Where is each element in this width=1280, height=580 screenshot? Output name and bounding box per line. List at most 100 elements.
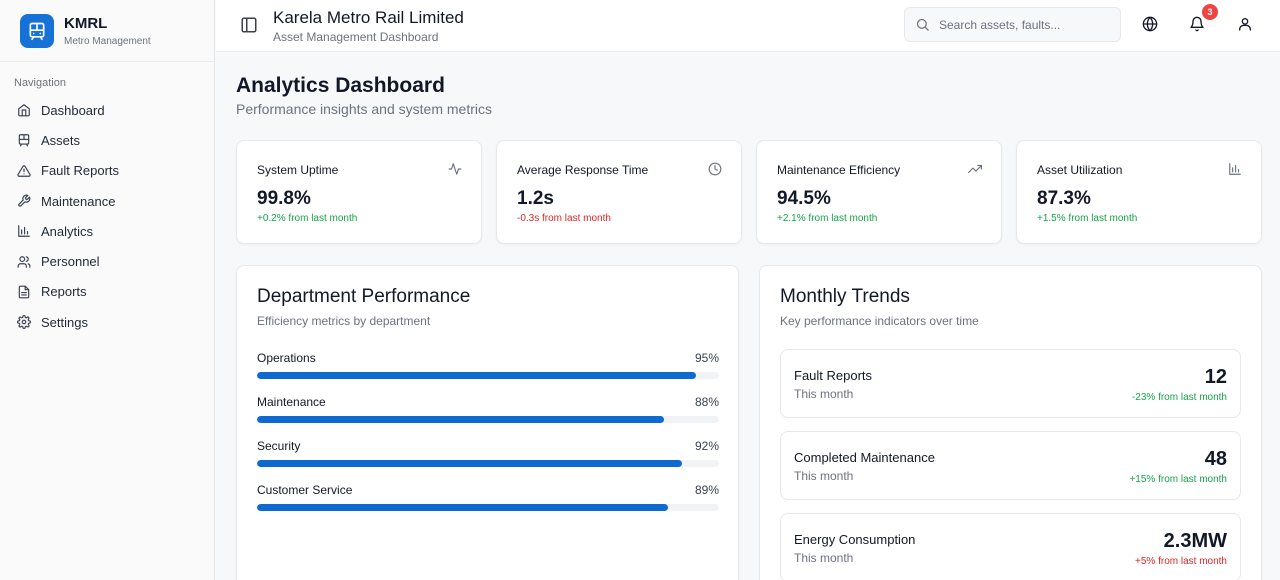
trend-label: Completed Maintenance <box>794 450 935 465</box>
kpi-change: +2.1% from last month <box>777 213 878 224</box>
department-row: Operations 95% <box>257 351 719 391</box>
nav-list: Dashboard Assets Fault Reports Maintenan… <box>0 95 214 337</box>
trend-label: Energy Consumption <box>794 532 916 547</box>
sidebar-item-assets[interactable]: Assets <box>0 125 214 155</box>
brand: KMRL Metro Management <box>0 0 214 62</box>
progress-track <box>257 460 719 467</box>
brand-subtitle: Metro Management <box>64 35 151 47</box>
progress-track <box>257 416 719 423</box>
kpi-change: +0.2% from last month <box>257 213 358 224</box>
home-icon <box>17 103 31 117</box>
sidebar-item-label: Settings <box>41 314 88 330</box>
trend-value: 2.3MW <box>1163 530 1227 552</box>
trend-change: -23% from last month <box>1131 392 1227 403</box>
sidebar-item-dashboard[interactable]: Dashboard <box>0 95 214 125</box>
kpi-value: 94.5% <box>777 188 831 209</box>
kpi-value: 87.3% <box>1037 188 1091 209</box>
kpi-label: System Uptime <box>257 163 339 177</box>
department-percent: 92% <box>694 439 719 453</box>
activity-icon <box>448 162 462 176</box>
header-title: Karela Metro Rail Limited <box>273 8 464 27</box>
sidebar-item-label: Reports <box>41 284 87 300</box>
trend-change: +15% from last month <box>1129 474 1227 485</box>
department-percent: 88% <box>694 395 719 409</box>
search-input[interactable] <box>939 17 1109 32</box>
trend-value: 48 <box>1204 448 1227 470</box>
user-icon[interactable] <box>1237 16 1253 32</box>
search-icon <box>916 18 929 31</box>
progress-fill <box>257 372 696 379</box>
users-icon <box>17 255 31 269</box>
nav-heading: Navigation <box>14 77 66 89</box>
kpi-card-asset-utilization: Asset Utilization 87.3% +1.5% from last … <box>1016 140 1262 244</box>
sidebar-item-label: Assets <box>41 132 81 148</box>
sidebar-item-label: Fault Reports <box>41 163 120 179</box>
department-percent: 95% <box>694 351 719 365</box>
kpi-change: +1.5% from last month <box>1037 213 1138 224</box>
brand-name: KMRL <box>64 14 108 32</box>
trend-change: +5% from last month <box>1135 556 1227 567</box>
train-logo-icon <box>20 13 54 48</box>
top-header: Karela Metro Rail Limited Asset Manageme… <box>216 0 1280 52</box>
sidebar-item-analytics[interactable]: Analytics <box>0 216 214 246</box>
kpi-card-average-response-time: Average Response Time 1.2s -0.3s from la… <box>496 140 742 244</box>
gear-icon <box>17 315 31 330</box>
sidebar-item-reports[interactable]: Reports <box>0 277 214 307</box>
sidebar-item-label: Personnel <box>41 254 100 270</box>
page-title: Analytics Dashboard <box>236 74 445 97</box>
trend-card-completed-maintenance: Completed Maintenance This month 48 +15%… <box>780 431 1241 500</box>
panel-subtitle: Key performance indicators over time <box>780 314 979 328</box>
kpi-card-maintenance-efficiency: Maintenance Efficiency 94.5% +2.1% from … <box>756 140 1002 244</box>
sidebar-toggle-icon[interactable] <box>240 16 258 34</box>
panel-title: Department Performance <box>257 286 471 307</box>
sidebar-item-label: Dashboard <box>41 102 105 118</box>
sidebar-item-fault-reports[interactable]: Fault Reports <box>0 156 214 186</box>
department-performance-panel: Department Performance Efficiency metric… <box>236 265 739 580</box>
kpi-label: Maintenance Efficiency <box>777 163 901 177</box>
bar-chart-icon <box>17 224 31 238</box>
sidebar-item-label: Analytics <box>41 223 94 239</box>
clock-icon <box>708 162 722 176</box>
department-name: Security <box>257 439 301 453</box>
kpi-value: 99.8% <box>257 188 311 209</box>
sidebar-item-label: Maintenance <box>41 193 116 209</box>
bell-icon[interactable] <box>1189 16 1205 32</box>
kpi-value: 1.2s <box>517 188 554 209</box>
bar-chart-icon <box>1228 162 1242 176</box>
trending-up-icon <box>968 162 982 176</box>
trend-value: 12 <box>1204 366 1227 388</box>
progress-fill <box>257 460 683 467</box>
trend-label: Fault Reports <box>794 368 873 383</box>
department-percent: 89% <box>694 483 719 497</box>
department-row: Security 92% <box>257 439 719 479</box>
kpi-card-system-uptime: System Uptime 99.8% +0.2% from last mont… <box>236 140 482 244</box>
trend-period: This month <box>794 551 854 565</box>
alert-triangle-icon <box>17 164 31 178</box>
kpi-label: Asset Utilization <box>1037 163 1123 177</box>
sidebar-item-maintenance[interactable]: Maintenance <box>0 186 214 216</box>
monthly-trends-panel: Monthly Trends Key performance indicator… <box>759 265 1262 580</box>
trend-card-energy-consumption: Energy Consumption This month 2.3MW +5% … <box>780 513 1241 580</box>
progress-track <box>257 504 719 511</box>
globe-icon[interactable] <box>1142 16 1158 32</box>
trend-period: This month <box>794 387 854 401</box>
department-name: Customer Service <box>257 483 353 497</box>
page-subtitle: Performance insights and system metrics <box>236 101 492 117</box>
department-name: Operations <box>257 351 316 365</box>
search-box[interactable] <box>904 7 1121 42</box>
sidebar-item-personnel[interactable]: Personnel <box>0 246 214 276</box>
sidebar-item-settings[interactable]: Settings <box>0 307 214 337</box>
header-subtitle: Asset Management Dashboard <box>273 30 439 44</box>
department-name: Maintenance <box>257 395 326 409</box>
department-row: Customer Service 89% <box>257 483 719 523</box>
wrench-icon <box>17 194 31 208</box>
file-text-icon <box>17 285 31 299</box>
sidebar: KMRL Metro Management Navigation Dashboa… <box>0 0 215 580</box>
progress-fill <box>257 504 669 511</box>
panel-title: Monthly Trends <box>780 286 910 307</box>
department-row: Maintenance 88% <box>257 395 719 435</box>
kpi-change: -0.3s from last month <box>517 213 611 224</box>
trend-period: This month <box>794 469 854 483</box>
kpi-label: Average Response Time <box>517 163 649 177</box>
notification-badge: 3 <box>1202 4 1218 20</box>
